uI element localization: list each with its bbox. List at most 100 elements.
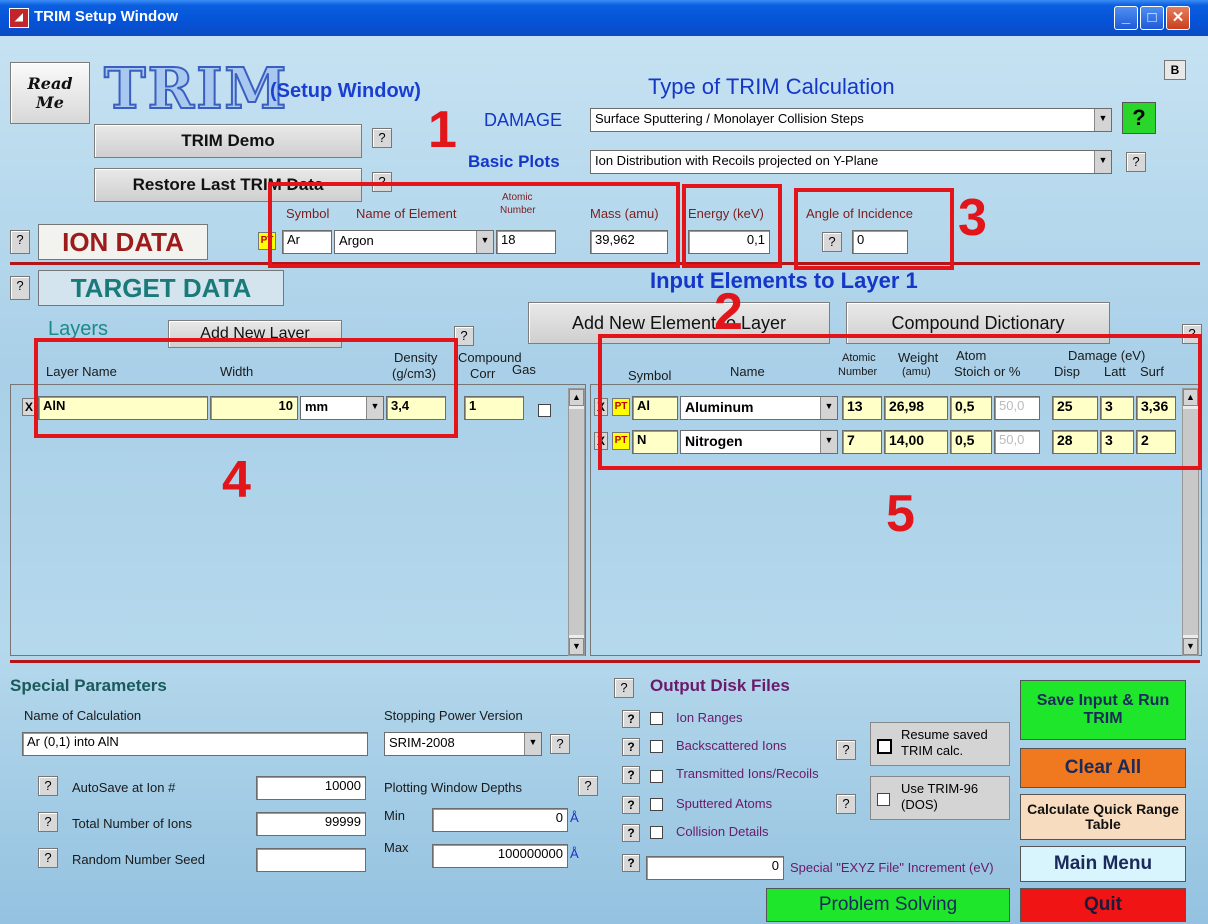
seed-label: Random Number Seed	[72, 852, 205, 867]
annotation-box-4	[34, 338, 458, 438]
quick-range-button[interactable]: Calculate Quick Range Table	[1020, 794, 1186, 840]
stopping-help-button[interactable]: ?	[550, 734, 570, 754]
autosave-label: AutoSave at Ion #	[72, 780, 176, 795]
max-label: Max	[384, 840, 409, 855]
collision-checkbox[interactable]	[650, 826, 663, 839]
backscattered-checkbox[interactable]	[650, 740, 663, 753]
autosave-help-button[interactable]: ?	[38, 776, 58, 796]
total-ions-label: Total Number of Ions	[72, 816, 192, 831]
app-icon: ◢	[9, 8, 29, 28]
calc-type-heading: Type of TRIM Calculation	[648, 74, 895, 99]
special-parameters-title: Special Parameters	[10, 676, 167, 695]
exyz-increment-input[interactable]: 0	[646, 856, 784, 880]
layers-scrollbar[interactable]: ▲ ▼	[568, 388, 585, 656]
quit-button[interactable]: Quit	[1020, 888, 1186, 922]
exyz-help-button[interactable]: ?	[622, 854, 640, 872]
sputtered-checkbox[interactable]	[650, 798, 663, 811]
plots-value: Ion Distribution with Recoils projected …	[595, 153, 879, 168]
transmitted-help-button[interactable]: ?	[622, 766, 640, 784]
minimize-button[interactable]: _	[1114, 6, 1138, 30]
window-title: TRIM Setup Window	[34, 8, 179, 25]
output-help-button[interactable]: ?	[614, 678, 634, 698]
backscattered-help-button[interactable]: ?	[622, 738, 640, 756]
input-elements-heading: Input Elements to Layer 1	[650, 268, 918, 293]
damage-select[interactable]: Surface Sputtering / Monolayer Collision…	[590, 108, 1112, 132]
trim-logo: TRIM	[103, 55, 289, 123]
stopping-power-select[interactable]: SRIM-2008 ▼	[384, 732, 542, 756]
resume-panel: Resume saved TRIM calc.	[870, 722, 1010, 766]
b-button[interactable]: B	[1164, 60, 1186, 80]
transmitted-checkbox[interactable]	[650, 770, 663, 783]
annotation-label-5: 5	[886, 485, 915, 543]
target-help-button[interactable]: ?	[10, 276, 30, 300]
collision-label: Collision Details	[676, 824, 769, 839]
trim96-help-button[interactable]: ?	[836, 794, 856, 814]
plot-depths-label: Plotting Window Depths	[384, 780, 523, 795]
trim-demo-button[interactable]: TRIM Demo	[94, 124, 362, 158]
transmitted-label: Transmitted Ions/Recoils	[676, 766, 819, 781]
total-ions-input[interactable]: 99999	[256, 812, 366, 836]
ion-ranges-checkbox[interactable]	[650, 712, 663, 725]
basic-plots-select[interactable]: Ion Distribution with Recoils projected …	[590, 150, 1112, 174]
trim96-label: Use TRIM-96 (DOS)	[901, 781, 979, 812]
demo-help-button[interactable]: ?	[372, 128, 392, 148]
total-ions-help-button[interactable]: ?	[38, 812, 58, 832]
target-data-title: TARGET DATA	[38, 270, 284, 306]
angstrom-unit: Å	[570, 846, 579, 861]
annotation-box-1	[268, 182, 680, 268]
chevron-down-icon: ▼	[1094, 109, 1111, 131]
calc-name-label: Name of Calculation	[24, 708, 142, 723]
problem-solving-button[interactable]: Problem Solving	[766, 888, 1010, 922]
sputtered-label: Sputtered Atoms	[676, 796, 773, 811]
annotation-label-2: 2	[714, 283, 743, 341]
seed-help-button[interactable]: ?	[38, 848, 58, 868]
sputtered-help-button[interactable]: ?	[622, 796, 640, 814]
scroll-down-icon[interactable]: ▼	[569, 638, 584, 655]
trim96-panel: Use TRIM-96 (DOS)	[870, 776, 1010, 820]
annotation-box-2	[682, 184, 782, 268]
title-bar: ◢ TRIM Setup Window _ □ ✕	[0, 0, 1208, 36]
ion-ranges-label: Ion Ranges	[676, 710, 743, 725]
chevron-down-icon: ▼	[524, 733, 541, 755]
close-button[interactable]: ✕	[1166, 6, 1190, 30]
plots-help-button[interactable]: ?	[1126, 152, 1146, 172]
gas-checkbox[interactable]	[538, 404, 551, 417]
trim96-checkbox[interactable]	[877, 793, 890, 806]
compound-corr-input[interactable]: 1	[464, 396, 524, 420]
stopping-power-label: Stopping Power Version	[384, 708, 523, 723]
depths-help-button[interactable]: ?	[578, 776, 598, 796]
resume-checkbox[interactable]	[877, 739, 892, 754]
annotation-box-3	[794, 188, 954, 270]
ion-ranges-help-button[interactable]: ?	[622, 710, 640, 728]
max-depth-input[interactable]: 100000000	[432, 844, 568, 868]
scroll-thumb[interactable]	[569, 409, 584, 635]
basic-plots-label: Basic Plots	[468, 152, 560, 171]
section-divider	[10, 660, 1200, 663]
save-run-button[interactable]: Save Input & Run TRIM	[1020, 680, 1186, 740]
min-depth-input[interactable]: 0	[432, 808, 568, 832]
angstrom-unit: Å	[570, 810, 579, 825]
collision-help-button[interactable]: ?	[622, 824, 640, 842]
backscattered-label: Backscattered Ions	[676, 738, 787, 753]
clear-all-button[interactable]: Clear All	[1020, 748, 1186, 788]
damage-help-button[interactable]: ?	[1122, 102, 1156, 134]
resume-help-button[interactable]: ?	[836, 740, 856, 760]
readme-button[interactable]: Read Me	[10, 62, 90, 124]
autosave-input[interactable]: 10000	[256, 776, 366, 800]
ion-data-title: ION DATA	[38, 224, 208, 260]
seed-input[interactable]	[256, 848, 366, 872]
scroll-up-icon[interactable]: ▲	[569, 389, 584, 406]
setup-window-subtitle: (Setup Window)	[270, 80, 421, 102]
exyz-label: Special "EXYZ File" Increment (eV)	[790, 860, 994, 875]
damage-value: Surface Sputtering / Monolayer Collision…	[595, 111, 864, 126]
resume-label: Resume saved TRIM calc.	[901, 727, 988, 758]
ion-help-button[interactable]: ?	[10, 230, 30, 254]
damage-label: DAMAGE	[484, 110, 563, 130]
annotation-label-4: 4	[222, 451, 251, 509]
maximize-button[interactable]: □	[1140, 6, 1164, 30]
main-menu-button[interactable]: Main Menu	[1020, 846, 1186, 882]
corr-header: Corr	[470, 366, 496, 381]
scroll-down-icon[interactable]: ▼	[1183, 638, 1198, 655]
annotation-label-3: 3	[958, 189, 987, 247]
calc-name-input[interactable]: Ar (0,1) into AlN	[22, 732, 368, 756]
